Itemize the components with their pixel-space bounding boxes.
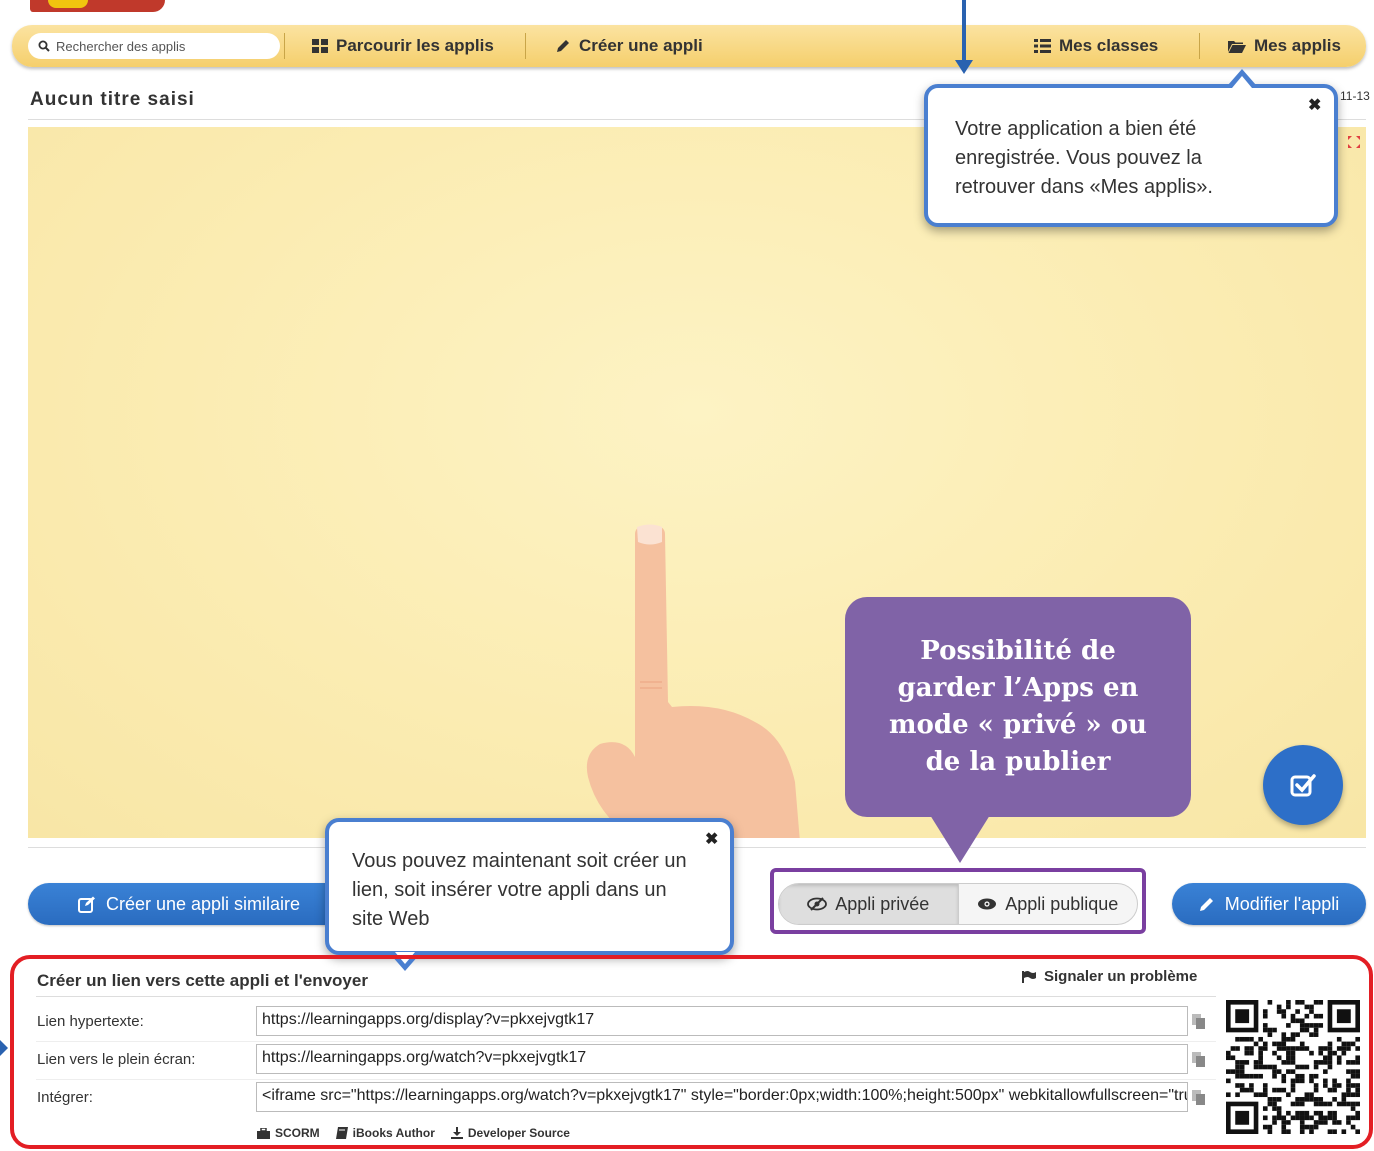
private-app-label: Appli privée <box>835 893 930 914</box>
search-icon <box>38 40 50 52</box>
nav-divider <box>1199 33 1200 59</box>
nav-create-label: Créer une appli <box>579 36 703 55</box>
create-similar-app-button[interactable]: Créer une appli similaire <box>28 883 350 925</box>
nav-divider <box>284 33 285 59</box>
search-placeholder: Rechercher des applis <box>56 38 186 54</box>
close-icon[interactable]: ✖ <box>705 832 718 848</box>
list-icon <box>1034 39 1051 53</box>
page: Rechercher des applis Parcourir les appl… <box>0 0 1374 1151</box>
saved-tooltip: Votre application a bien été enregistrée… <box>924 69 1338 227</box>
nav-my-apps[interactable]: Mes applis <box>1228 25 1341 67</box>
briefcase-icon <box>257 1127 270 1139</box>
create-similar-label: Créer une appli similaire <box>105 893 301 914</box>
pointing-hand-icon <box>586 524 800 838</box>
nav-my-classes[interactable]: Mes classes <box>1034 25 1158 67</box>
nav-divider <box>525 33 526 59</box>
public-app-label: Appli publique <box>1005 893 1119 914</box>
privacy-callout-text: Possibilité de garder l’Apps en mode « p… <box>889 636 1147 777</box>
report-problem-link[interactable]: Signaler un problème <box>1022 968 1197 985</box>
modify-app-button[interactable]: Modifier l'appli <box>1172 883 1366 925</box>
app-date: 11-13 <box>1340 89 1370 103</box>
nav-browse-apps[interactable]: Parcourir les applis <box>312 25 494 67</box>
embed-label: Intégrer: <box>37 1089 93 1106</box>
hyperlink-label: Lien hypertexte: <box>37 1013 144 1030</box>
pencil-icon <box>1199 898 1213 911</box>
embed-code-field[interactable]: <iframe src="https://learningapps.org/wa… <box>256 1082 1188 1112</box>
panel-divider <box>36 996 1216 997</box>
modify-app-label: Modifier l'appli <box>1224 893 1340 914</box>
report-problem-label: Signaler un problème <box>1044 968 1198 985</box>
folder-open-icon <box>1228 41 1246 53</box>
annotation-arrow-head <box>955 60 973 74</box>
top-navbar: Rechercher des applis Parcourir les appl… <box>12 25 1366 67</box>
close-icon[interactable]: ✖ <box>1308 98 1321 114</box>
copy-icon[interactable] <box>1192 1090 1206 1106</box>
copy-icon[interactable] <box>1192 1052 1206 1068</box>
search-input[interactable]: Rechercher des applis <box>28 33 280 59</box>
check-solution-button[interactable] <box>1263 745 1343 825</box>
saved-tooltip-text: Votre application a bien été enregistrée… <box>955 118 1213 198</box>
grid-icon <box>312 39 328 53</box>
visibility-toggle: Appli privée Appli publique <box>778 883 1138 925</box>
private-app-button[interactable]: Appli privée <box>779 884 958 924</box>
developer-source-link[interactable]: Developer Source <box>450 1126 570 1140</box>
learningapps-logo[interactable] <box>30 0 165 12</box>
check-square-icon <box>1290 774 1316 797</box>
privacy-callout: Possibilité de garder l’Apps en mode « p… <box>845 597 1191 863</box>
nav-browse-label: Parcourir les applis <box>336 36 494 55</box>
nav-create-app[interactable]: Créer une appli <box>555 25 703 67</box>
eye-slash-icon <box>807 897 828 911</box>
nav-myapps-label: Mes applis <box>1254 36 1341 55</box>
book-icon <box>335 1127 348 1139</box>
nav-classes-label: Mes classes <box>1059 36 1159 55</box>
annotation-arrow-line <box>962 0 966 63</box>
annotation-arrow-head <box>0 1040 8 1056</box>
pencil-icon <box>557 40 569 52</box>
eye-icon <box>978 898 997 910</box>
ibooks-export-link[interactable]: iBooks Author <box>335 1126 435 1140</box>
export-links: SCORM iBooks Author Developer Source <box>257 1126 570 1140</box>
share-tooltip: Vous pouvez maintenant soit créer un lie… <box>325 818 734 971</box>
copy-icon[interactable] <box>1192 1014 1206 1030</box>
fullscreen-link-field[interactable]: https://learningapps.org/watch?v=pkxejvg… <box>256 1044 1188 1074</box>
link-panel-title: Créer un lien vers cette appli et l'envo… <box>37 971 368 990</box>
share-tooltip-text: Vous pouvez maintenant soit créer un lie… <box>352 850 687 930</box>
qr-code-image <box>1226 1000 1360 1134</box>
public-app-button[interactable]: Appli publique <box>959 884 1138 924</box>
fullscreen-icon[interactable] <box>1347 135 1361 149</box>
app-title: Aucun titre saisi <box>30 89 195 110</box>
edit-icon <box>77 896 95 913</box>
download-icon <box>450 1127 463 1139</box>
fullscreen-link-label: Lien vers le plein écran: <box>37 1051 196 1068</box>
flag-icon <box>1022 970 1036 983</box>
scorm-export-link[interactable]: SCORM <box>257 1126 320 1140</box>
hyperlink-field[interactable]: https://learningapps.org/display?v=pkxej… <box>256 1006 1188 1036</box>
